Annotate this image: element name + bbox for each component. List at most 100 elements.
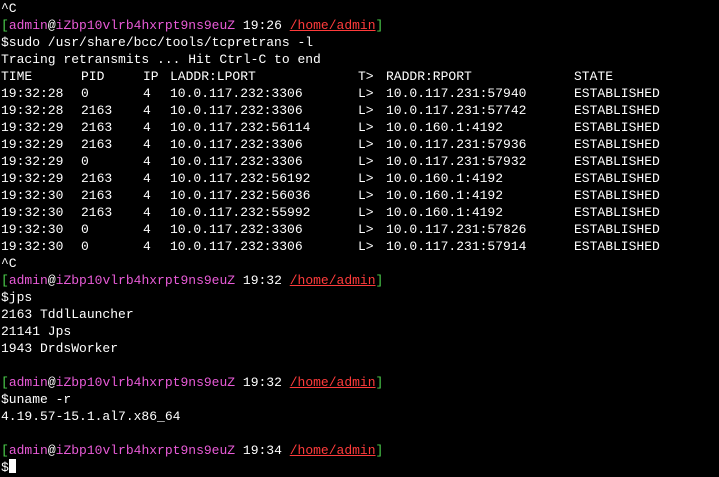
header-pid: PID [81, 69, 105, 84]
cell-t: L> [358, 188, 374, 203]
cell-time: 19:32:30 [1, 222, 64, 237]
prompt-at: @ [47, 18, 56, 33]
output-line: 4.19.57-15.1.al7.x86_64 [1, 409, 181, 424]
cell-raddr: 10.0.117.231:57826 [386, 222, 527, 237]
prompt-close-bracket: ] [375, 443, 384, 458]
cell-t: L> [358, 171, 374, 186]
table-row: 19:32:30 2163 4 10.0.117.232:56036 L> 10.0.16… [1, 187, 719, 204]
prompt-path: /home/admin [289, 18, 376, 33]
cell-laddr: 10.0.117.232:3306 [170, 86, 303, 101]
prompt-line: [admin@iZbp10vlrb4hxrpt9ns9euZ 19:32 /ho… [1, 272, 719, 289]
prompt-line: [admin@iZbp10vlrb4hxrpt9ns9euZ 19:32 /ho… [1, 374, 719, 391]
cell-state: ESTABLISHED [574, 222, 660, 237]
command-input-line[interactable]: $ [1, 459, 719, 476]
cell-time: 19:32:29 [1, 171, 64, 186]
cell-pid: 0 [81, 222, 89, 237]
header-state: STATE [574, 69, 614, 84]
cell-pid: 0 [81, 154, 89, 169]
table-row: 19:32:30 0 4 10.0.117.232:3306 L> 10.0.117.23… [1, 221, 719, 238]
table-row: 19:32:30 0 4 10.0.117.232:3306 L> 10.0.117.23… [1, 238, 719, 255]
prompt-host: iZbp10vlrb4hxrpt9ns9euZ [55, 18, 236, 33]
prompt-line: [admin@iZbp10vlrb4hxrpt9ns9euZ 19:34 /ho… [1, 442, 719, 459]
cell-laddr: 10.0.117.232:3306 [170, 137, 303, 152]
cell-ip: 4 [143, 103, 151, 118]
prompt-user: admin [8, 273, 48, 288]
prompt-open-bracket: [ [1, 18, 9, 33]
cell-raddr: 10.0.160.1:4192 [386, 120, 504, 135]
cell-time: 19:32:29 [1, 137, 64, 152]
cell-raddr: 10.0.117.231:57940 [386, 86, 527, 101]
prompt-path: /home/admin [289, 443, 376, 458]
cell-ip: 4 [143, 86, 151, 101]
cell-raddr: 10.0.160.1:4192 [386, 205, 504, 220]
cell-time: 19:32:30 [1, 205, 64, 220]
prompt-close-bracket: ] [375, 375, 384, 390]
header-laddr: LADDR:LPORT [170, 69, 256, 84]
cell-time: 19:32:29 [1, 154, 64, 169]
cell-pid: 2163 [81, 103, 113, 118]
cell-t: L> [358, 154, 374, 169]
prompt-at: @ [47, 375, 56, 390]
cell-raddr: 10.0.117.231:57936 [386, 137, 527, 152]
cell-pid: 2163 [81, 188, 113, 203]
terminal-cursor[interactable] [8, 459, 16, 473]
prompt-time: 19:32 [242, 273, 282, 288]
cell-state: ESTABLISHED [574, 171, 660, 186]
output-line: 2163 TddlLauncher [1, 307, 134, 322]
table-row: 19:32:29 2163 4 10.0.117.232:56114 L> 10.0.16… [1, 119, 719, 136]
cell-raddr: 10.0.117.231:57742 [386, 103, 527, 118]
table-row: 19:32:28 0 4 10.0.117.232:3306 L> 10.0.117.23… [1, 85, 719, 102]
header-raddr: RADDR:RPORT [386, 69, 472, 84]
table-row: 19:32:29 2163 4 10.0.117.232:3306 L> 10.0.117… [1, 136, 719, 153]
prompt-open-bracket: [ [1, 443, 9, 458]
cell-ip: 4 [143, 154, 151, 169]
output-line: 21141 Jps [1, 324, 72, 339]
prompt-host: iZbp10vlrb4hxrpt9ns9euZ [55, 443, 236, 458]
cell-time: 19:32:28 [1, 86, 64, 101]
cell-pid: 0 [81, 86, 89, 101]
interrupt-line: ^C [1, 1, 17, 16]
command-line: $sudo /usr/share/bcc/tools/tcpretrans -l [1, 35, 314, 50]
cell-time: 19:32:30 [1, 188, 64, 203]
prompt-line: [admin@iZbp10vlrb4hxrpt9ns9euZ 19:26 /ho… [1, 17, 719, 34]
cell-state: ESTABLISHED [574, 86, 660, 101]
output-line: 1943 DrdsWorker [1, 341, 119, 356]
terminal-window[interactable]: ^C [admin@iZbp10vlrb4hxrpt9ns9euZ 19:26 … [0, 0, 719, 477]
interrupt-line: ^C [1, 256, 17, 271]
cell-raddr: 10.0.160.1:4192 [386, 188, 504, 203]
cell-ip: 4 [143, 137, 151, 152]
table-header: TIME PID IP LADDR:LPORT T> RADDR:RPORT STATE [1, 68, 719, 85]
cell-laddr: 10.0.117.232:56192 [170, 171, 311, 186]
cell-time: 19:32:29 [1, 120, 64, 135]
cell-pid: 2163 [81, 171, 113, 186]
cell-raddr: 10.0.117.231:57914 [386, 239, 527, 254]
cell-raddr: 10.0.160.1:4192 [386, 171, 504, 186]
cell-ip: 4 [143, 205, 151, 220]
cell-laddr: 10.0.117.232:3306 [170, 103, 303, 118]
cell-time: 19:32:28 [1, 103, 64, 118]
cell-time: 19:32:30 [1, 239, 64, 254]
cell-state: ESTABLISHED [574, 120, 660, 135]
prompt-time: 19:32 [242, 375, 282, 390]
prompt-open-bracket: [ [1, 273, 9, 288]
cell-state: ESTABLISHED [574, 137, 660, 152]
prompt-time: 19:26 [242, 18, 282, 33]
prompt-open-bracket: [ [1, 375, 9, 390]
cell-state: ESTABLISHED [574, 154, 660, 169]
cell-ip: 4 [143, 222, 151, 237]
prompt-path: /home/admin [289, 375, 376, 390]
cell-pid: 0 [81, 239, 89, 254]
prompt-host: iZbp10vlrb4hxrpt9ns9euZ [55, 273, 236, 288]
cell-ip: 4 [143, 171, 151, 186]
cell-pid: 2163 [81, 120, 113, 135]
cell-laddr: 10.0.117.232:3306 [170, 222, 303, 237]
command-line: $uname -r [1, 392, 72, 407]
input-prompt: $ [1, 460, 9, 475]
cell-ip: 4 [143, 239, 151, 254]
cell-laddr: 10.0.117.232:56036 [170, 188, 311, 203]
cell-t: L> [358, 137, 374, 152]
prompt-close-bracket: ] [375, 18, 384, 33]
cell-state: ESTABLISHED [574, 103, 660, 118]
cell-pid: 2163 [81, 205, 113, 220]
